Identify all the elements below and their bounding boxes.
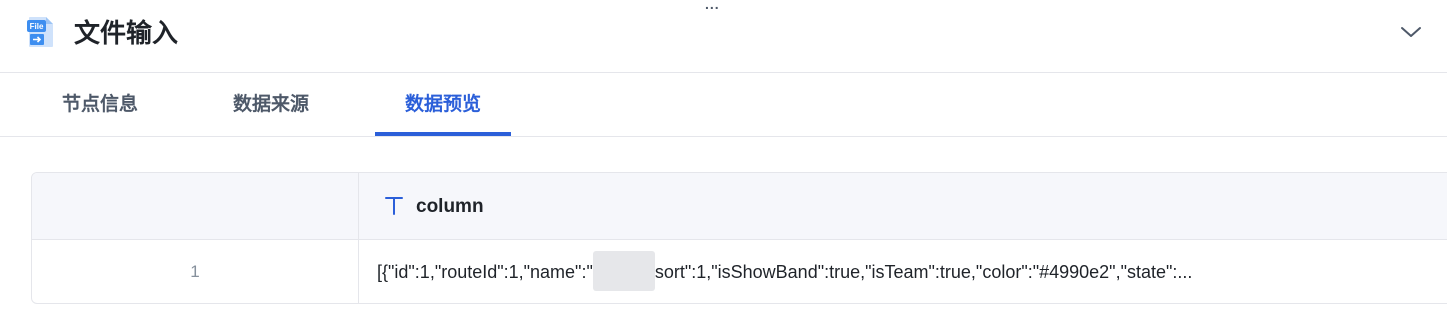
file-icon: File [27, 17, 53, 47]
panel-header: ... File 文件输入 [0, 0, 1447, 73]
column-header[interactable]: column [416, 173, 484, 240]
table-header: column [32, 173, 1447, 240]
table-row[interactable]: 1 [{"id":1,"routeId":1,"name":" sort":1,"… [32, 240, 1447, 303]
redacted-block [592, 251, 655, 292]
row-index: 1 [190, 262, 200, 281]
file-input-panel: ... File 文件输入 节点信息 数据来源 数据预览 column 1 [{… [0, 0, 1447, 311]
tab-data-source[interactable]: 数据来源 [226, 73, 316, 136]
active-tab-indicator [375, 132, 511, 136]
tab-node-info[interactable]: 节点信息 [55, 73, 145, 136]
cell-value-end: sort":1,"isShowBand":true,"isTeam":true,… [654, 262, 1193, 282]
cell-value-start: [{"id":1,"routeId":1,"name":" [377, 262, 593, 282]
panel-title: 文件输入 [74, 18, 179, 48]
preview-table: column 1 [{"id":1,"routeId":1,"name":" so… [31, 172, 1447, 304]
text-type-icon [385, 197, 403, 215]
column-cell[interactable]: [{"id":1,"routeId":1,"name":" sort":1,"is… [377, 240, 1193, 303]
file-icon-label: File [30, 22, 44, 31]
drag-handle[interactable]: ... [705, 0, 720, 12]
tab-data-preview[interactable]: 数据预览 [375, 73, 511, 136]
tab-bar: 节点信息 数据来源 数据预览 [0, 73, 1447, 137]
chevron-down-icon[interactable] [1398, 20, 1424, 44]
